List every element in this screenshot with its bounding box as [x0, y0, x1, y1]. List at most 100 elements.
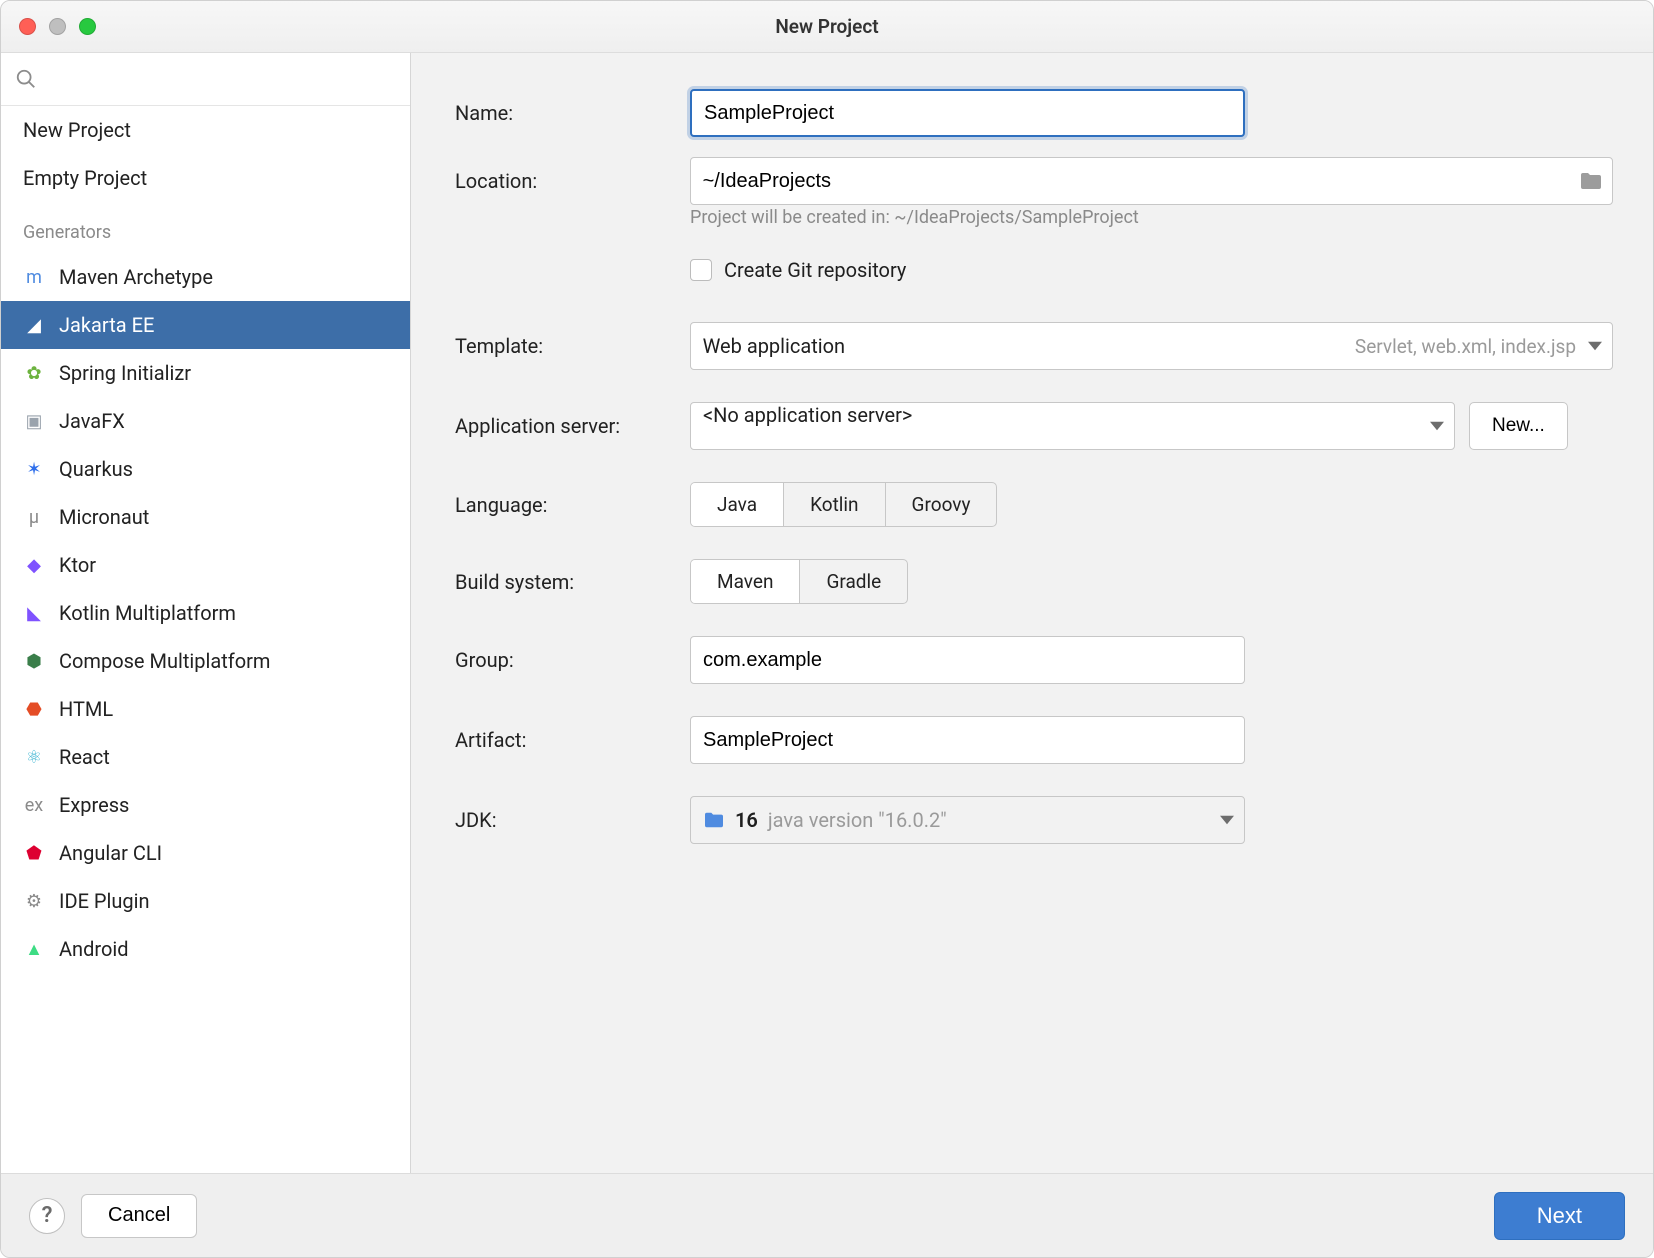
- sidebar-item-label: HTML: [59, 697, 113, 721]
- html-icon: ⬣: [23, 698, 45, 720]
- sidebar-item-label: JavaFX: [59, 409, 125, 433]
- build-label: Build system:: [455, 570, 690, 594]
- git-label: Create Git repository: [724, 258, 906, 282]
- sidebar-item-generator[interactable]: ⚛ React: [1, 733, 410, 781]
- sidebar-item-label: Micronaut: [59, 505, 149, 529]
- browse-folder-icon[interactable]: [1579, 171, 1603, 191]
- window-title: New Project: [1, 15, 1653, 38]
- minimize-window-icon: [49, 18, 66, 35]
- sidebar-item-generator[interactable]: ⬣ HTML: [1, 685, 410, 733]
- sidebar-item-label: New Project: [23, 118, 131, 142]
- maven-icon: m: [23, 266, 45, 288]
- sidebar-item-label: Android: [59, 937, 129, 961]
- jdk-number: 16: [735, 808, 758, 832]
- search-input[interactable]: [11, 62, 400, 96]
- sidebar-item-generator[interactable]: μ Micronaut: [1, 493, 410, 541]
- folder-icon: [703, 811, 725, 829]
- sidebar-item-label: Maven Archetype: [59, 265, 213, 289]
- template-select[interactable]: Web application Servlet, web.xml, index.…: [690, 322, 1613, 370]
- sidebar-section-header: Generators: [1, 202, 410, 253]
- titlebar: New Project: [1, 1, 1653, 53]
- sidebar-item-label: Empty Project: [23, 166, 147, 190]
- quarkus-icon: ✶: [23, 458, 45, 480]
- footer: ? Cancel Next: [1, 1173, 1653, 1257]
- sidebar-item-label: Compose Multiplatform: [59, 649, 270, 673]
- sidebar-item-label: Jakarta EE: [59, 313, 154, 337]
- artifact-label: Artifact:: [455, 728, 690, 752]
- sidebar-item-label: React: [59, 745, 110, 769]
- location-input[interactable]: [690, 157, 1613, 205]
- close-window-icon[interactable]: [19, 18, 36, 35]
- chevron-down-icon: [1588, 339, 1602, 353]
- group-input[interactable]: [690, 636, 1245, 684]
- appserver-new-button[interactable]: New...: [1469, 402, 1568, 450]
- language-segmented: JavaKotlinGroovy: [690, 482, 997, 527]
- group-label: Group:: [455, 648, 690, 672]
- angular-icon: ⬟: [23, 842, 45, 864]
- appserver-select[interactable]: <No application server>: [690, 402, 1455, 450]
- sidebar-item-generator[interactable]: ◣ Kotlin Multiplatform: [1, 589, 410, 637]
- build-option[interactable]: Gradle: [800, 560, 907, 603]
- sidebar-item-generator[interactable]: ▣ JavaFX: [1, 397, 410, 445]
- name-input[interactable]: [690, 89, 1245, 137]
- sidebar-item-new-project[interactable]: New Project: [1, 106, 410, 154]
- sidebar-item-generator[interactable]: ◆ Ktor: [1, 541, 410, 589]
- jdk-version: java version "16.0.2": [768, 808, 947, 832]
- zoom-window-icon[interactable]: [79, 18, 96, 35]
- template-label: Template:: [455, 334, 690, 358]
- language-option[interactable]: Kotlin: [784, 483, 885, 526]
- next-button[interactable]: Next: [1494, 1192, 1625, 1240]
- jdk-select[interactable]: 16 java version "16.0.2": [690, 796, 1245, 844]
- language-option[interactable]: Groovy: [886, 483, 997, 526]
- language-label: Language:: [455, 493, 690, 517]
- template-subtitle: Servlet, web.xml, index.jsp: [1355, 335, 1576, 358]
- chevron-down-icon: [1430, 419, 1444, 433]
- build-option[interactable]: Maven: [691, 560, 800, 603]
- jakarta-icon: ◢: [23, 314, 45, 336]
- jdk-label: JDK:: [455, 808, 690, 832]
- ide-plugin-icon: ⚙: [23, 890, 45, 912]
- sidebar-item-label: IDE Plugin: [59, 889, 150, 913]
- sidebar-item-label: Express: [59, 793, 129, 817]
- compose-icon: ⬢: [23, 650, 45, 672]
- sidebar-item-label: Kotlin Multiplatform: [59, 601, 236, 625]
- sidebar-item-generator[interactable]: ✶ Quarkus: [1, 445, 410, 493]
- sidebar-item-generator[interactable]: ex Express: [1, 781, 410, 829]
- spring-icon: ✿: [23, 362, 45, 384]
- kotlin-icon: ◣: [23, 602, 45, 624]
- sidebar-item-generator[interactable]: ◢ Jakarta EE: [1, 301, 410, 349]
- sidebar-item-label: Spring Initializr: [59, 361, 191, 385]
- javafx-icon: ▣: [23, 410, 45, 432]
- form-panel: Name: Location: Project will be created …: [411, 53, 1653, 1173]
- artifact-input[interactable]: [690, 716, 1245, 764]
- micronaut-icon: μ: [23, 506, 45, 528]
- cancel-button[interactable]: Cancel: [81, 1194, 197, 1238]
- sidebar-item-label: Angular CLI: [59, 841, 162, 865]
- sidebar-item-label: Quarkus: [59, 457, 133, 481]
- location-label: Location:: [455, 169, 690, 193]
- sidebar-item-generator[interactable]: ⬢ Compose Multiplatform: [1, 637, 410, 685]
- template-value: Web application: [703, 334, 846, 358]
- git-checkbox[interactable]: [690, 259, 712, 281]
- appserver-label: Application server:: [455, 414, 690, 438]
- sidebar-item-label: Ktor: [59, 553, 96, 577]
- name-label: Name:: [455, 101, 690, 125]
- express-icon: ex: [23, 794, 45, 816]
- sidebar-item-empty-project[interactable]: Empty Project: [1, 154, 410, 202]
- sidebar-item-generator[interactable]: ⬟ Angular CLI: [1, 829, 410, 877]
- build-segmented: MavenGradle: [690, 559, 908, 604]
- sidebar-item-generator[interactable]: ▲ Android: [1, 925, 410, 973]
- android-icon: ▲: [23, 938, 45, 960]
- location-hint: Project will be created in: ~/IdeaProjec…: [690, 207, 1613, 228]
- sidebar-item-generator[interactable]: ⚙ IDE Plugin: [1, 877, 410, 925]
- chevron-down-icon: [1220, 813, 1234, 827]
- ktor-icon: ◆: [23, 554, 45, 576]
- language-option[interactable]: Java: [691, 483, 784, 526]
- sidebar: New Project Empty Project Generators m Ma…: [1, 53, 411, 1173]
- react-icon: ⚛: [23, 746, 45, 768]
- sidebar-item-generator[interactable]: ✿ Spring Initializr: [1, 349, 410, 397]
- search-icon: [15, 68, 37, 90]
- help-button[interactable]: ?: [29, 1198, 65, 1234]
- appserver-value: <No application server>: [703, 403, 912, 427]
- sidebar-item-generator[interactable]: m Maven Archetype: [1, 253, 410, 301]
